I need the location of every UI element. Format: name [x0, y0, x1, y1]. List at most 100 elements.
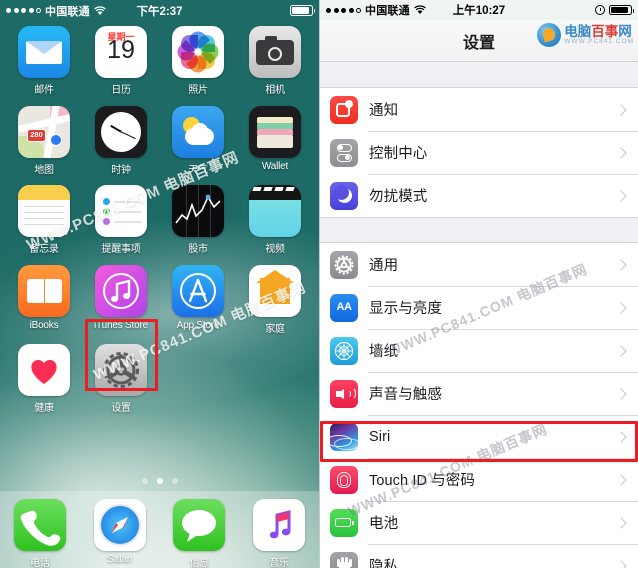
app-reminders[interactable]: 提醒事项 — [90, 185, 152, 255]
app-calendar[interactable]: 星期一 19 日历 — [90, 26, 152, 96]
app-wallet[interactable]: Wallet — [244, 105, 306, 176]
chevron-right-icon — [615, 559, 627, 568]
status-left: 中国联通 — [326, 2, 426, 18]
settings-group-2: 通用 AA 显示与亮度 墙纸 声音与触感 Siri Touch ID 与密码 电… — [320, 242, 638, 568]
message-bubble-icon — [173, 499, 226, 551]
app-stocks[interactable]: 股市 — [167, 185, 229, 255]
app-row: 邮件 星期一 19 日历 照片 相机 — [13, 26, 306, 96]
app-label: 天气 — [188, 164, 208, 176]
video-icon — [249, 185, 301, 237]
music-note-icon — [253, 499, 306, 551]
app-slot-empty — [244, 344, 306, 414]
wifi-icon — [414, 5, 426, 15]
page-title: 设置 — [462, 34, 495, 52]
page-dot-active[interactable] — [156, 478, 163, 484]
gear-icon — [330, 250, 358, 279]
ibooks-icon — [18, 264, 70, 317]
page-dot[interactable] — [171, 478, 178, 484]
dock-music[interactable]: 音乐 — [248, 499, 310, 568]
app-label: 信息 — [189, 558, 210, 568]
app-label: 备忘录 — [29, 244, 59, 255]
hand-icon — [330, 551, 358, 568]
app-row: 备忘录 提醒事项 股市 视频 — [13, 185, 306, 255]
logo-text-1: 电脑 — [564, 23, 592, 39]
app-label: 股市 — [188, 244, 208, 255]
app-row: 280 地图 时钟 天气 Wallet — [13, 105, 306, 176]
aa-glyph: AA — [336, 300, 352, 313]
app-settings[interactable]: 设置 — [90, 344, 152, 414]
alarm-clock-icon — [595, 5, 605, 15]
battery-icon — [330, 508, 358, 537]
app-notes[interactable]: 备忘录 — [13, 185, 75, 255]
health-icon — [18, 344, 70, 396]
chevron-right-icon — [615, 301, 627, 314]
app-label: 视频 — [265, 244, 285, 255]
app-clock[interactable]: 时钟 — [90, 105, 152, 176]
settings-row-do-not-disturb[interactable]: 勿扰模式 — [320, 174, 638, 217]
app-slot-empty — [167, 344, 229, 414]
moon-icon — [330, 181, 358, 210]
settings-row-touch-id-passcode[interactable]: Touch ID 与密码 — [320, 458, 638, 501]
aa-icon: AA — [330, 293, 358, 322]
row-label: 墙纸 — [369, 344, 399, 360]
chevron-right-icon — [615, 473, 627, 486]
dock-safari[interactable]: Safari — [89, 499, 151, 565]
app-photos[interactable]: 照片 — [167, 26, 229, 96]
app-label: iTunes Store — [94, 319, 148, 331]
weather-icon — [172, 105, 224, 158]
app-row: iBooks iTunes Store App Store 家庭 — [13, 264, 306, 335]
settings-gear-icon — [95, 344, 147, 396]
app-label: iBooks — [29, 319, 59, 331]
app-ibooks[interactable]: iBooks — [13, 264, 75, 335]
settings-row-privacy[interactable]: 隐私 — [320, 544, 638, 568]
row-label: 通用 — [369, 258, 399, 274]
settings-row-wallpaper[interactable]: 墙纸 — [320, 329, 638, 372]
settings-row-siri[interactable]: Siri — [320, 415, 638, 458]
dock-messages[interactable]: 信息 — [168, 499, 230, 568]
dock-phone[interactable]: 电话 — [9, 499, 71, 568]
app-label: 电话 — [30, 558, 50, 568]
app-weather[interactable]: 天气 — [167, 105, 229, 176]
app-home[interactable]: 家庭 — [244, 264, 306, 335]
app-label: 地图 — [34, 164, 54, 176]
row-label: Touch ID 与密码 — [369, 473, 475, 489]
app-mail[interactable]: 邮件 — [13, 26, 75, 96]
app-health[interactable]: 健康 — [13, 344, 75, 414]
control-center-icon — [330, 138, 358, 167]
settings-row-general[interactable]: 通用 — [320, 243, 638, 286]
speaker-icon — [330, 379, 358, 408]
section-gap — [320, 218, 638, 242]
logo-mark-icon — [537, 23, 562, 47]
row-label: Siri — [369, 428, 391, 445]
wallet-icon — [249, 105, 301, 158]
app-label: 相机 — [265, 85, 285, 96]
settings-app: 中国联通 上午10:27 设置 电脑百事网 WWW.PC841.COM 通知 控… — [319, 0, 638, 568]
app-app-store[interactable]: App Store — [167, 264, 229, 335]
app-label: 音乐 — [269, 558, 289, 568]
app-camera[interactable]: 相机 — [244, 26, 306, 96]
home-icon — [249, 264, 301, 317]
clock-icon — [95, 105, 147, 158]
reminders-icon — [95, 185, 147, 237]
row-label: 通知 — [369, 103, 399, 119]
app-label: 家庭 — [265, 323, 285, 335]
home-status-bar: 中国联通 下午2:37 — [0, 0, 319, 21]
page-dot[interactable] — [141, 478, 148, 484]
settings-row-battery[interactable]: 电池 — [320, 501, 638, 544]
route-shield: 280 — [27, 128, 46, 142]
page-indicator[interactable] — [0, 478, 319, 484]
settings-row-display-brightness[interactable]: AA 显示与亮度 — [320, 286, 638, 329]
settings-row-control-center[interactable]: 控制中心 — [320, 131, 638, 174]
appstore-icon — [172, 264, 224, 317]
signal-strength-icon — [326, 7, 361, 13]
app-videos[interactable]: 视频 — [244, 185, 306, 255]
settings-row-sounds-haptics[interactable]: 声音与触感 — [320, 372, 638, 415]
photos-icon — [172, 26, 224, 78]
app-label: 邮件 — [34, 85, 54, 96]
app-itunes-store[interactable]: iTunes Store — [90, 264, 152, 335]
app-maps[interactable]: 280 地图 — [13, 105, 75, 176]
battery-icon — [609, 4, 635, 16]
battery-icon — [290, 5, 316, 16]
app-label: 提醒事项 — [101, 244, 141, 255]
settings-row-notifications[interactable]: 通知 — [320, 88, 638, 131]
